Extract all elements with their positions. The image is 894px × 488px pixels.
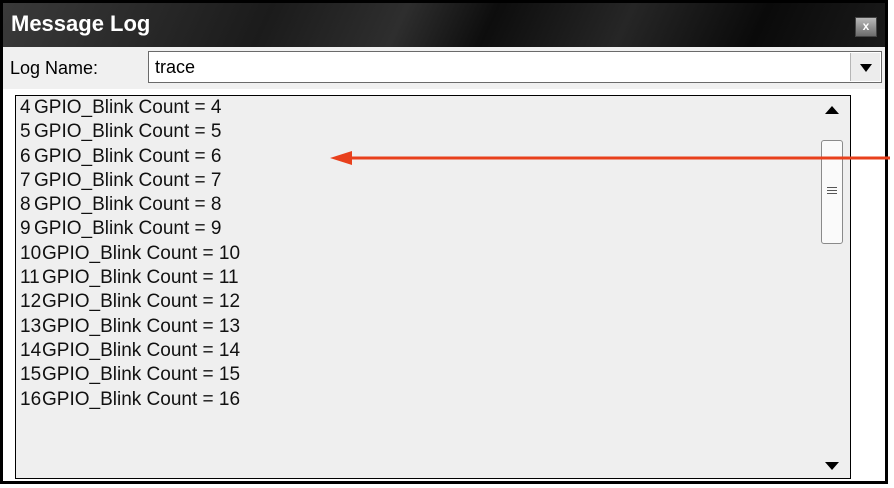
line-message: GPIO_Blink Count = 7 bbox=[34, 169, 222, 191]
title-bar[interactable]: Message Log x bbox=[3, 3, 885, 47]
content-area: 4 GPIO_Blink Count = 4 5 GPIO_Blink Count =… bbox=[3, 89, 885, 481]
line-message: GPIO_Blink Count = 13 bbox=[42, 315, 241, 337]
list-item[interactable]: 15 GPIO_Blink Count = 15 bbox=[16, 363, 850, 387]
line-message: GPIO_Blink Count = 15 bbox=[42, 364, 241, 386]
list-item[interactable]: 7 GPIO_Blink Count = 7 bbox=[16, 169, 850, 193]
scroll-down-icon[interactable] bbox=[825, 462, 839, 470]
list-item[interactable]: 9 GPIO_Blink Count = 9 bbox=[16, 217, 850, 241]
list-item[interactable]: 13 GPIO_Blink Count = 13 bbox=[16, 315, 850, 339]
scroll-up-icon[interactable] bbox=[825, 106, 839, 114]
line-message: GPIO_Blink Count = 14 bbox=[42, 339, 241, 361]
line-message: GPIO_Blink Count = 4 bbox=[34, 97, 222, 118]
line-number: 16 bbox=[20, 388, 42, 410]
close-icon: x bbox=[862, 19, 870, 33]
arrow-head-icon bbox=[330, 151, 352, 165]
log-name-label: Log Name: bbox=[10, 58, 99, 78]
line-message: GPIO_Blink Count = 12 bbox=[42, 291, 241, 313]
list-item[interactable]: 5 GPIO_Blink Count = 5 bbox=[16, 120, 850, 144]
line-message: GPIO_Blink Count = 6 bbox=[34, 145, 222, 167]
message-rows: 4 GPIO_Blink Count = 4 5 GPIO_Blink Count =… bbox=[16, 96, 850, 412]
line-number: 15 bbox=[20, 364, 42, 386]
line-message: GPIO_Blink Count = 8 bbox=[34, 194, 222, 216]
window-title: Message Log bbox=[11, 11, 151, 36]
close-button[interactable]: x bbox=[855, 17, 877, 37]
grip-icon bbox=[827, 187, 837, 188]
message-log-window: Message Log x Log Name: trace 4 GPIO_Blin… bbox=[0, 0, 888, 484]
line-number: 4 bbox=[20, 97, 31, 118]
line-message: GPIO_Blink Count = 5 bbox=[34, 121, 222, 143]
line-number: 7 bbox=[20, 169, 31, 191]
line-message: GPIO_Blink Count = 9 bbox=[34, 218, 222, 240]
annotation-arrow bbox=[330, 151, 890, 165]
log-name-select[interactable]: trace bbox=[148, 51, 882, 83]
line-number: 11 bbox=[20, 267, 40, 289]
line-message: GPIO_Blink Count = 11 bbox=[42, 267, 239, 289]
list-item[interactable]: 8 GPIO_Blink Count = 8 bbox=[16, 193, 850, 217]
line-number: 10 bbox=[20, 242, 42, 264]
list-item[interactable]: 10 GPIO_Blink Count = 10 bbox=[16, 242, 850, 266]
line-number: 5 bbox=[20, 121, 31, 143]
list-item[interactable]: 11 GPIO_Blink Count = 11 bbox=[16, 266, 850, 290]
line-message: GPIO_Blink Count = 10 bbox=[42, 242, 241, 264]
line-number: 6 bbox=[20, 145, 31, 167]
log-name-value: trace bbox=[155, 57, 196, 77]
line-number: 8 bbox=[20, 194, 31, 216]
line-number: 12 bbox=[20, 291, 42, 313]
list-item[interactable]: 12 GPIO_Blink Count = 12 bbox=[16, 290, 850, 314]
line-message: GPIO_Blink Count = 16 bbox=[42, 388, 241, 410]
line-number: 9 bbox=[20, 218, 31, 240]
line-number: 13 bbox=[20, 315, 42, 337]
line-number: 14 bbox=[20, 339, 42, 361]
list-item[interactable]: 4 GPIO_Blink Count = 4 bbox=[16, 96, 850, 120]
list-item[interactable]: 16 GPIO_Blink Count = 16 bbox=[16, 388, 850, 412]
dropdown-button[interactable] bbox=[850, 53, 880, 81]
log-name-bar: Log Name: trace bbox=[3, 47, 885, 89]
list-item[interactable]: 14 GPIO_Blink Count = 14 bbox=[16, 339, 850, 363]
